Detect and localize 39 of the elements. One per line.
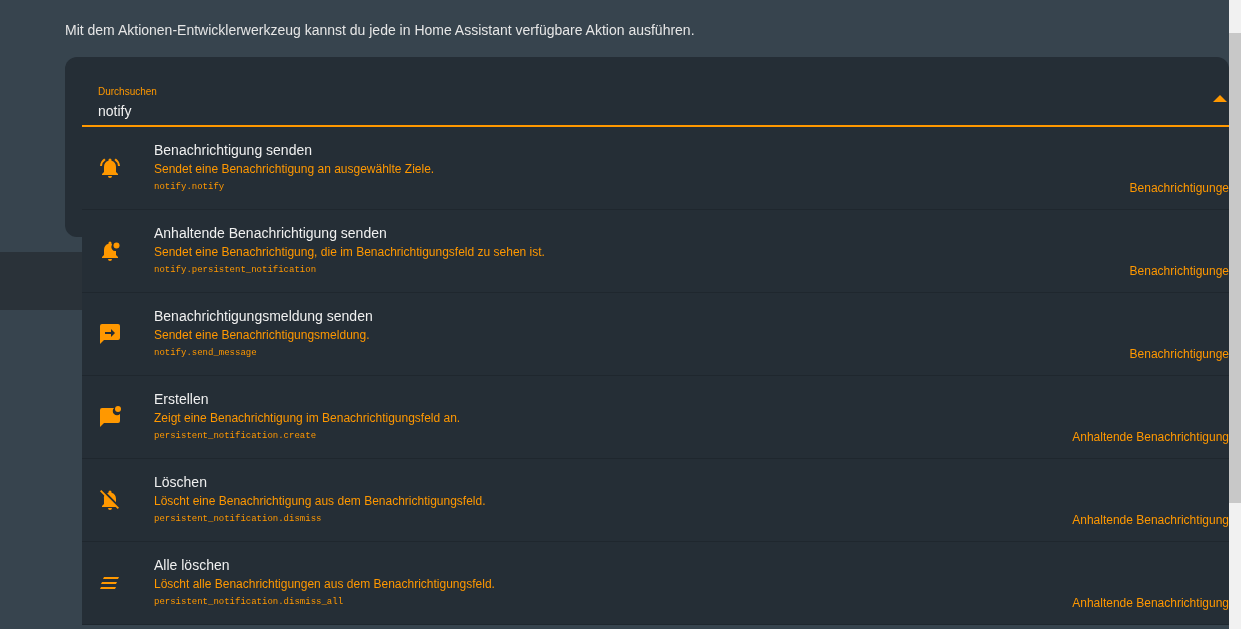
message-badge-icon: [98, 405, 122, 429]
action-title: Benachrichtigungsmeldung senden: [154, 307, 373, 326]
domain-label: Benachrichtigunge: [1129, 263, 1229, 280]
action-title: Alle löschen: [154, 556, 231, 575]
action-description: Löscht eine Benachrichtigung aus dem Benachrichtigungsfeld.: [154, 493, 486, 510]
action-list-item[interactable]: Löschen Löscht eine Benachrichtigung aus dem Benachrichtigungsfeld. persistent_notification.dismiss Anhaltende Benachrichtigung: [82, 459, 1229, 542]
domain-label: Anhaltende Benachrichtigung: [1072, 595, 1229, 612]
service-id: notify.persistent_notification: [154, 264, 318, 278]
action-list-item[interactable]: Alle löschen Löscht alle Benachrichtigungen aus dem Benachrichtigungsfeld. persistent_notification.dismiss_all Anhaltende Benachrichtigung: [82, 542, 1229, 625]
action-list-item[interactable]: Erstellen Zeigt eine Benachrichtigung im Benachrichtigungsfeld an. persistent_notification.create Anhaltende Benachrichtigung: [82, 376, 1229, 459]
action-title: Erstellen: [154, 390, 210, 409]
caret-icon[interactable]: [1213, 95, 1227, 103]
action-description: Sendet eine Benachrichtigung, die im Benachrichtigungsfeld zu sehen ist.: [154, 244, 545, 261]
action-list-item[interactable]: Benachrichtigungsmeldung senden Sendet eine Benachrichtigungsmeldung. notify.send_message Benachrichtigunge: [82, 293, 1229, 376]
search-input[interactable]: notify: [98, 101, 398, 122]
service-id: notify.send_message: [154, 347, 258, 361]
action-title: Benachrichtigung senden: [154, 141, 313, 160]
scrollbar[interactable]: [1229, 0, 1241, 629]
action-title: Anhaltende Benachrichtigung senden: [154, 224, 388, 243]
intro-text: Mit dem Aktionen-Entwicklerwerkzeug kannst du jede in Home Assistant verfügbare Aktion ausführen.: [64, 21, 696, 40]
action-description: Sendet eine Benachrichtigung an ausgewählte Ziele.: [154, 161, 435, 178]
action-list-item[interactable]: Benachrichtigung senden Sendet eine Benachrichtigung an ausgewählte Ziele. notify.notify Benachrichtigunge: [82, 127, 1229, 210]
bell-off-icon: [98, 488, 122, 512]
domain-label: Benachrichtigunge: [1129, 180, 1229, 197]
domain-label: Anhaltende Benachrichtigung: [1072, 512, 1229, 529]
action-list-item[interactable]: Anhaltende Benachrichtigung senden Sendet eine Benachrichtigung, die im Benachrichtigungsfeld zu sehen ist. notify.persistent_notification Benachrichtigunge: [82, 210, 1229, 293]
action-description: Löscht alle Benachrichtigungen aus dem Benachrichtigungsfeld.: [154, 576, 495, 593]
service-id: persistent_notification.dismiss_all: [154, 596, 345, 610]
message-arrow-icon: [98, 322, 122, 346]
service-id: notify.notify: [154, 181, 226, 195]
service-id: persistent_notification.dismiss: [154, 513, 323, 527]
action-title: Löschen: [154, 473, 208, 492]
service-id: persistent_notification.create: [154, 430, 318, 444]
action-description: Sendet eine Benachrichtigungsmeldung.: [154, 327, 371, 344]
field-label: Durchsuchen: [98, 85, 158, 99]
action-description: Zeigt eine Benachrichtigung im Benachrichtigungsfeld an.: [154, 410, 461, 427]
bell-icon: [98, 156, 122, 180]
domain-label: Benachrichtigunge: [1129, 346, 1229, 363]
domain-label: Anhaltende Benachrichtigung: [1072, 429, 1229, 446]
